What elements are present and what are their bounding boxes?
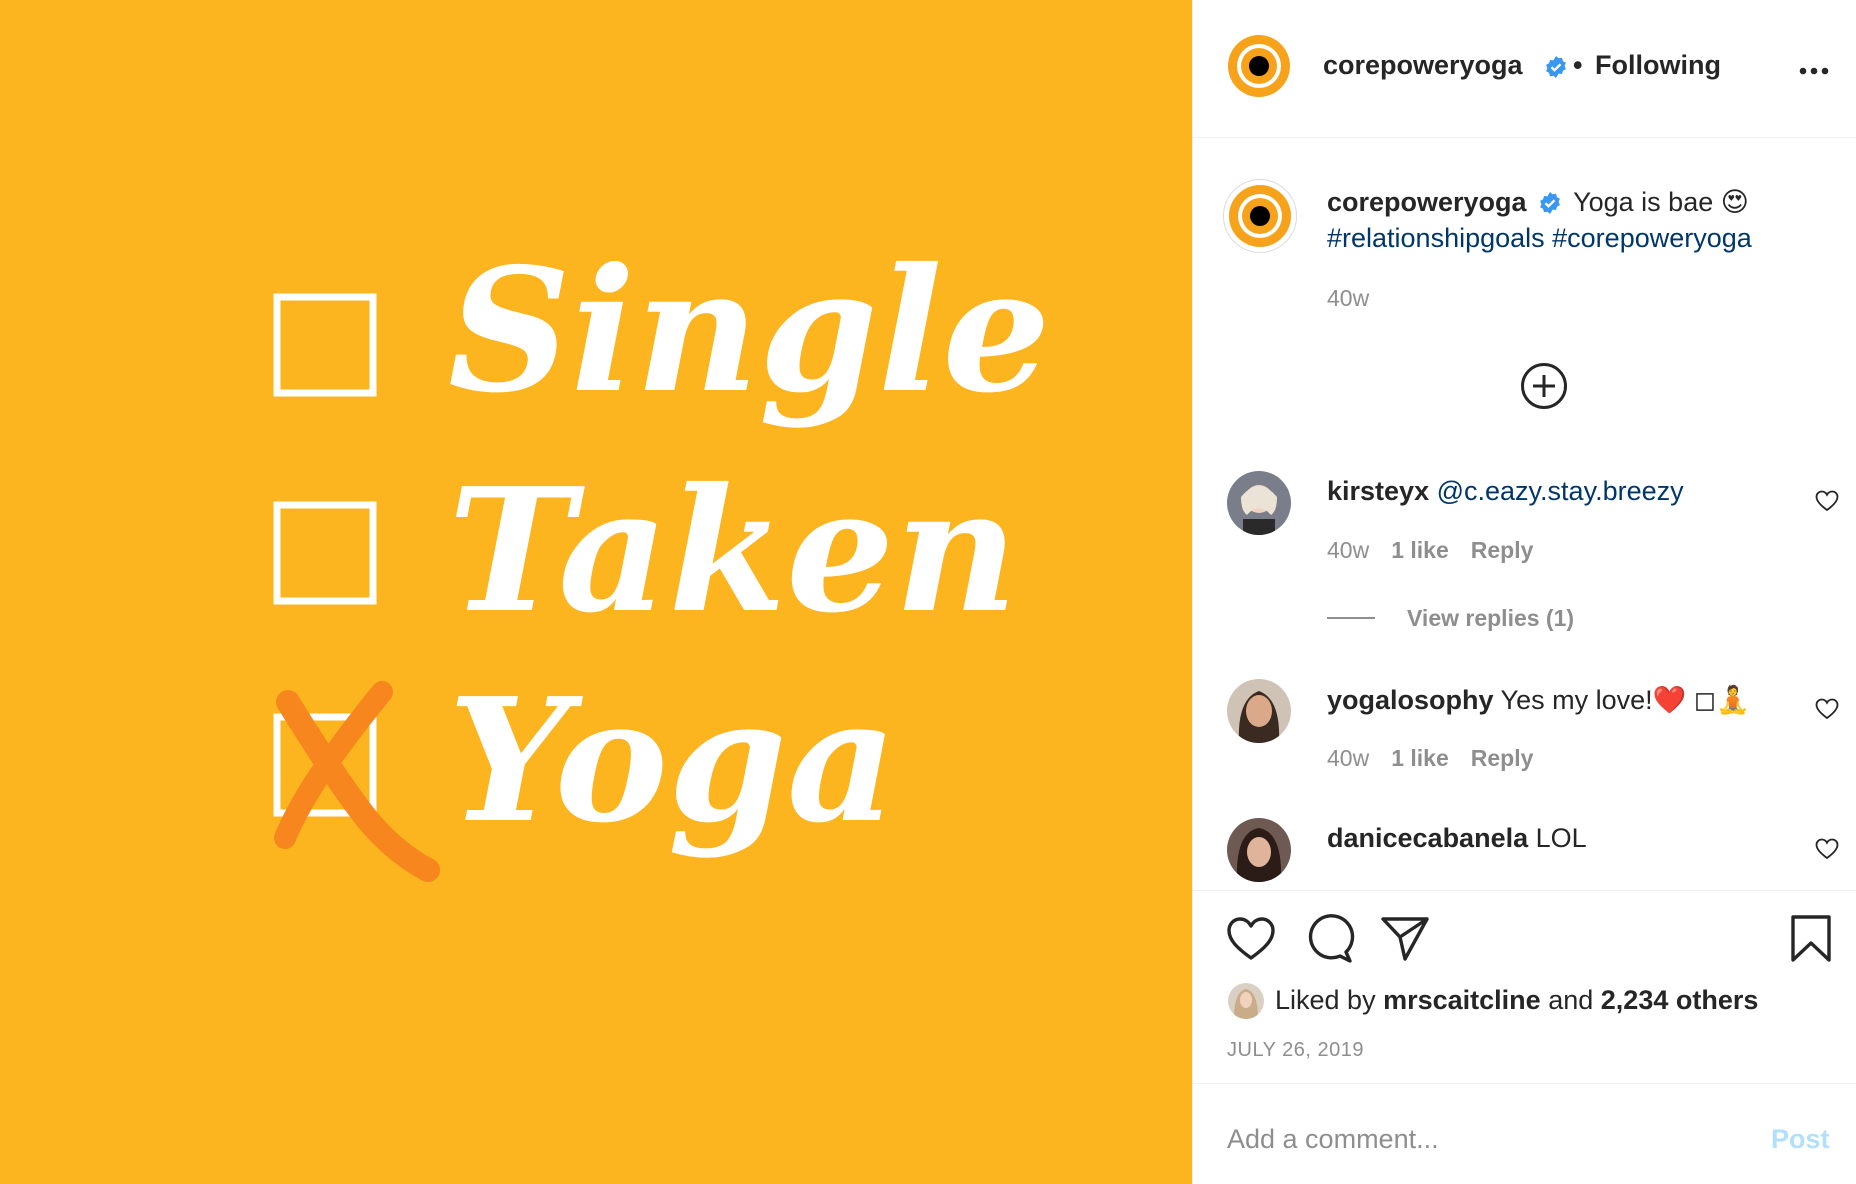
following-button[interactable]: Following <box>1595 50 1721 81</box>
comment-box-divider <box>1193 1083 1856 1084</box>
corepower-logo-icon <box>1228 35 1290 97</box>
comment-1-mention[interactable]: @c.eazy.stay.breezy <box>1437 476 1684 506</box>
commenter-avatar[interactable] <box>1227 471 1291 535</box>
comment-1-reply-button[interactable]: Reply <box>1471 537 1534 563</box>
post-image[interactable]: Single Taken Yoga <box>0 0 1192 1184</box>
post-date[interactable]: JULY 26, 2019 <box>1227 1039 1364 1062</box>
caption-time[interactable]: 40w <box>1327 285 1369 312</box>
replies-line <box>1327 617 1375 619</box>
share-paper-plane-icon[interactable] <box>1380 915 1430 968</box>
liker-username[interactable]: mrscaitcline <box>1383 985 1541 1015</box>
header-divider <box>1193 137 1856 138</box>
likes-summary: Liked by mrscaitcline and 2,234 others <box>1275 985 1758 1016</box>
view-replies-button[interactable]: View replies (1) <box>1407 605 1574 632</box>
comment-3-line: danicecabanela LOL <box>1327 823 1587 854</box>
comment-2-line: yogalosophy Yes my love!❤️ ◻🧘 <box>1327 684 1750 716</box>
header-username[interactable]: corepoweryoga <box>1323 50 1523 81</box>
liked-by-prefix: Liked by <box>1275 985 1376 1015</box>
checkbox-single <box>273 293 377 397</box>
post-side-panel: corepoweryoga • Following corepoweryoga … <box>1192 0 1856 1184</box>
word-taken: Taken <box>448 451 1018 651</box>
comment-2-like-heart-icon[interactable] <box>1815 698 1839 725</box>
word-single: Single <box>448 231 1051 431</box>
comment-1-likes[interactable]: 1 like <box>1391 537 1449 563</box>
commenter-avatar[interactable] <box>1227 818 1291 882</box>
checkbox-taken <box>273 501 377 605</box>
author-avatar[interactable] <box>1227 34 1291 98</box>
header-separator: • <box>1573 50 1583 80</box>
commenter-avatar[interactable] <box>1227 679 1291 743</box>
save-bookmark-icon[interactable] <box>1789 914 1833 969</box>
add-comment-input[interactable]: Add a comment... <box>1227 1124 1439 1155</box>
post-comment-button[interactable]: Post <box>1771 1124 1830 1155</box>
caption-line: corepoweryoga Yoga is bae 😍 <box>1327 187 1749 222</box>
verified-badge-icon <box>1538 191 1562 222</box>
comment-3-username[interactable]: danicecabanela <box>1327 823 1528 853</box>
word-yoga: Yoga <box>448 661 897 861</box>
comment-1-time[interactable]: 40w <box>1327 537 1369 563</box>
actions-divider <box>1193 890 1856 891</box>
caption-author-avatar[interactable] <box>1223 179 1297 253</box>
comment-1-line: kirsteyx @c.eazy.stay.breezy <box>1327 476 1684 507</box>
comment-2-time[interactable]: 40w <box>1327 745 1369 771</box>
comment-2-meta: 40w 1 like Reply <box>1327 745 1555 772</box>
like-heart-icon[interactable] <box>1226 916 1276 967</box>
comment-2-reply-button[interactable]: Reply <box>1471 745 1534 771</box>
load-more-comments-icon[interactable] <box>1520 362 1568 415</box>
comment-bubble-icon[interactable] <box>1305 914 1355 969</box>
comment-2-text: Yes my love! <box>1500 685 1653 715</box>
likes-and: and <box>1548 985 1594 1015</box>
caption-username[interactable]: corepoweryoga <box>1327 187 1527 217</box>
comment-2-username[interactable]: yogalosophy <box>1327 685 1494 715</box>
likes-others-link[interactable]: 2,234 others <box>1601 985 1759 1015</box>
caption-text: Yoga is bae <box>1573 187 1714 217</box>
corepower-logo-icon <box>1229 185 1291 247</box>
comment-1-meta: 40w 1 like Reply <box>1327 537 1555 564</box>
comment-2-emoji: ❤️ ◻🧘 <box>1652 685 1750 715</box>
comment-2-likes[interactable]: 1 like <box>1391 745 1449 771</box>
comment-3-text: LOL <box>1535 823 1587 853</box>
comment-1-like-heart-icon[interactable] <box>1815 490 1839 517</box>
post-graphic: Single Taken Yoga <box>273 231 1051 882</box>
liker-avatar[interactable] <box>1228 983 1264 1019</box>
comment-3-like-heart-icon[interactable] <box>1815 838 1839 865</box>
comment-1-username[interactable]: kirsteyx <box>1327 476 1429 506</box>
verified-badge-icon <box>1544 55 1568 84</box>
caption-hashtags[interactable]: #relationshipgoals #corepoweryoga <box>1327 223 1752 254</box>
heart-eyes-emoji: 😍 <box>1720 187 1749 217</box>
more-horizontal-icon[interactable] <box>1799 62 1829 80</box>
